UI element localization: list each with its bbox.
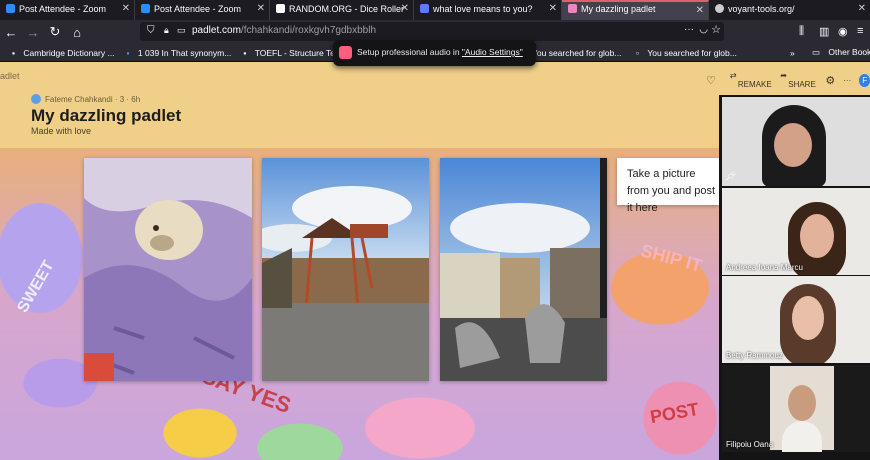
participant-face (792, 296, 824, 340)
post-card-playground-photo[interactable] (262, 158, 429, 381)
back-icon[interactable]: ← (0, 25, 22, 40)
tab-random-org[interactable]: RANDOM.ORG - Dice Roller ✕ (270, 0, 414, 20)
pocket-icon[interactable]: ◡ (699, 24, 708, 35)
tab-my-dazzling-padlet[interactable]: My dazzling padlet ✕ (562, 0, 709, 20)
post-card-prompt-note[interactable]: Take a picture from you and post it here (617, 158, 719, 214)
bookmark-cambridge[interactable]: ▪ Cambridge Dictionary ... (6, 48, 115, 58)
heart-icon[interactable]: ♡ (706, 74, 716, 87)
padlet-actions: ♡ ⇄ REMAKE ➦ SHARE ⚙ ··· F (698, 71, 870, 89)
permissions-icon[interactable]: ▭ (177, 25, 186, 36)
close-icon[interactable]: ✕ (257, 3, 265, 14)
dog-photo (84, 158, 252, 381)
padlet-brand[interactable]: adlet (0, 71, 20, 81)
sidebar-icon[interactable]: ▥ (819, 25, 829, 38)
bookmark-icon: ▪ (126, 47, 132, 58)
folder-icon: ▭ (812, 47, 823, 57)
url-host: padlet.com (192, 25, 241, 36)
padlet-subtitle: Made with love (31, 126, 92, 136)
tab-title: Post Attendee - Zoom (19, 4, 107, 14)
participant-tile-betty[interactable]: Betty Rammouz (722, 276, 870, 363)
participant-tile-host[interactable]: 📌︎ (722, 97, 870, 186)
url-bar[interactable]: ⛉ 🔒︎ ▭ padlet.com/fchahkandi/roxkgvh7gdb… (140, 22, 724, 41)
participant-name: Betty Rammouz (726, 351, 783, 360)
globe-icon (715, 4, 724, 13)
window-view-photo (440, 158, 607, 381)
participant-face (800, 214, 834, 258)
tab-title: RANDOM.ORG - Dice Roller (289, 4, 405, 14)
audio-settings-toast[interactable]: Setup professional audio in "Audio Setti… (333, 40, 536, 66)
author-avatar (31, 94, 41, 104)
bookmark-synonym[interactable]: ▪ 1 039 In That synonym... (121, 48, 232, 58)
candy-heart-decoration: SWEET (14, 257, 58, 316)
participant-name: Filipoiu Oana (726, 440, 774, 449)
bookmark-star-icon[interactable]: ☆ (711, 23, 721, 36)
participant-tile-andreea[interactable]: Andreea Ioana Marcu (722, 188, 870, 275)
more-actions-icon[interactable]: ··· (684, 24, 694, 35)
padlet-title: My dazzling padlet (31, 106, 182, 125)
bookmark-searched-1[interactable]: You searched for glob... (526, 48, 621, 58)
zoom-video-gallery: 📌︎ Andreea Ioana Marcu Betty Rammouz Fil… (719, 95, 870, 460)
mentimeter-icon (420, 4, 429, 13)
participant-face (788, 385, 816, 421)
audio-settings-link[interactable]: "Audio Settings" (462, 47, 523, 57)
toast-text: Setup professional audio in (357, 47, 462, 57)
bookmark-icon: ▪ (243, 47, 249, 58)
bookmark-icon: ▫ (636, 47, 642, 58)
share-button[interactable]: ➦ SHARE (780, 71, 817, 89)
author-line: Fateme Chahkandi · 3 · 6h (31, 94, 140, 104)
bookmark-searched-2[interactable]: ▫ You searched for glob... (630, 48, 737, 58)
shield-icon[interactable]: ⛉ (147, 25, 155, 36)
bookmark-icon: ▪ (12, 47, 18, 58)
tab-title: what love means to you? (433, 4, 533, 14)
menu-icon[interactable]: ≡ (857, 25, 863, 37)
playground-photo (262, 158, 429, 381)
close-icon[interactable]: ✕ (858, 3, 866, 14)
zoom-icon (141, 4, 150, 13)
zoom-icon (6, 4, 15, 13)
participant-face (774, 123, 812, 167)
remake-button[interactable]: ⇄ REMAKE (730, 71, 772, 89)
reload-icon[interactable]: ↻ (44, 24, 66, 40)
close-icon[interactable]: ✕ (122, 3, 130, 14)
more-bookmarks-icon[interactable]: » (790, 48, 795, 58)
user-avatar[interactable]: F (859, 73, 870, 87)
tab-title: voyant-tools.org/ (728, 4, 795, 14)
close-icon[interactable]: ✕ (401, 3, 409, 14)
tab-title: Post Attendee - Zoom (154, 4, 242, 14)
padlet-icon (568, 4, 577, 13)
candy-heart-decoration: SHIP IT (638, 240, 705, 276)
close-icon[interactable]: ✕ (549, 3, 557, 14)
tab-title: My dazzling padlet (581, 4, 656, 14)
post-card-dog-photo[interactable] (84, 158, 252, 381)
library-icon[interactable]: ⫼ (799, 25, 804, 38)
tab-voyant-tools[interactable]: voyant-tools.org/ ✕ (709, 0, 870, 20)
tab-strip: Post Attendee - Zoom ✕ Post Attendee - Zo… (0, 0, 870, 20)
forward-icon[interactable]: → (22, 25, 44, 40)
bookmark-toefl[interactable]: ▪ TOEFL - Structure Test... (237, 48, 348, 58)
account-icon[interactable]: ◉ (838, 25, 848, 38)
tab-what-love-means[interactable]: what love means to you? ✕ (414, 0, 562, 20)
url-path: /fchahkandi/roxkgvh7gdbxbblh (240, 25, 377, 36)
microphone-icon (339, 46, 352, 59)
participant-name: Andreea Ioana Marcu (726, 263, 803, 272)
other-bookmarks[interactable]: ▭ Other Bookmar (806, 47, 870, 58)
close-icon[interactable]: ✕ (696, 5, 704, 16)
tab-post-attendee-2[interactable]: Post Attendee - Zoom ✕ (135, 0, 270, 20)
home-icon[interactable]: ⌂ (66, 25, 88, 40)
post-card-window-photo[interactable] (440, 158, 607, 381)
candy-heart-decoration: POST (648, 398, 701, 428)
pin-icon[interactable]: 📌︎ (725, 171, 736, 182)
lock-icon[interactable]: 🔒︎ (164, 25, 169, 36)
more-icon[interactable]: ··· (843, 76, 851, 85)
gear-icon[interactable]: ⚙ (825, 74, 835, 87)
participant-tile-filipoiu[interactable]: Filipoiu Oana (722, 365, 870, 452)
tab-post-attendee-1[interactable]: Post Attendee - Zoom ✕ (0, 0, 135, 20)
random-org-icon (276, 4, 285, 13)
